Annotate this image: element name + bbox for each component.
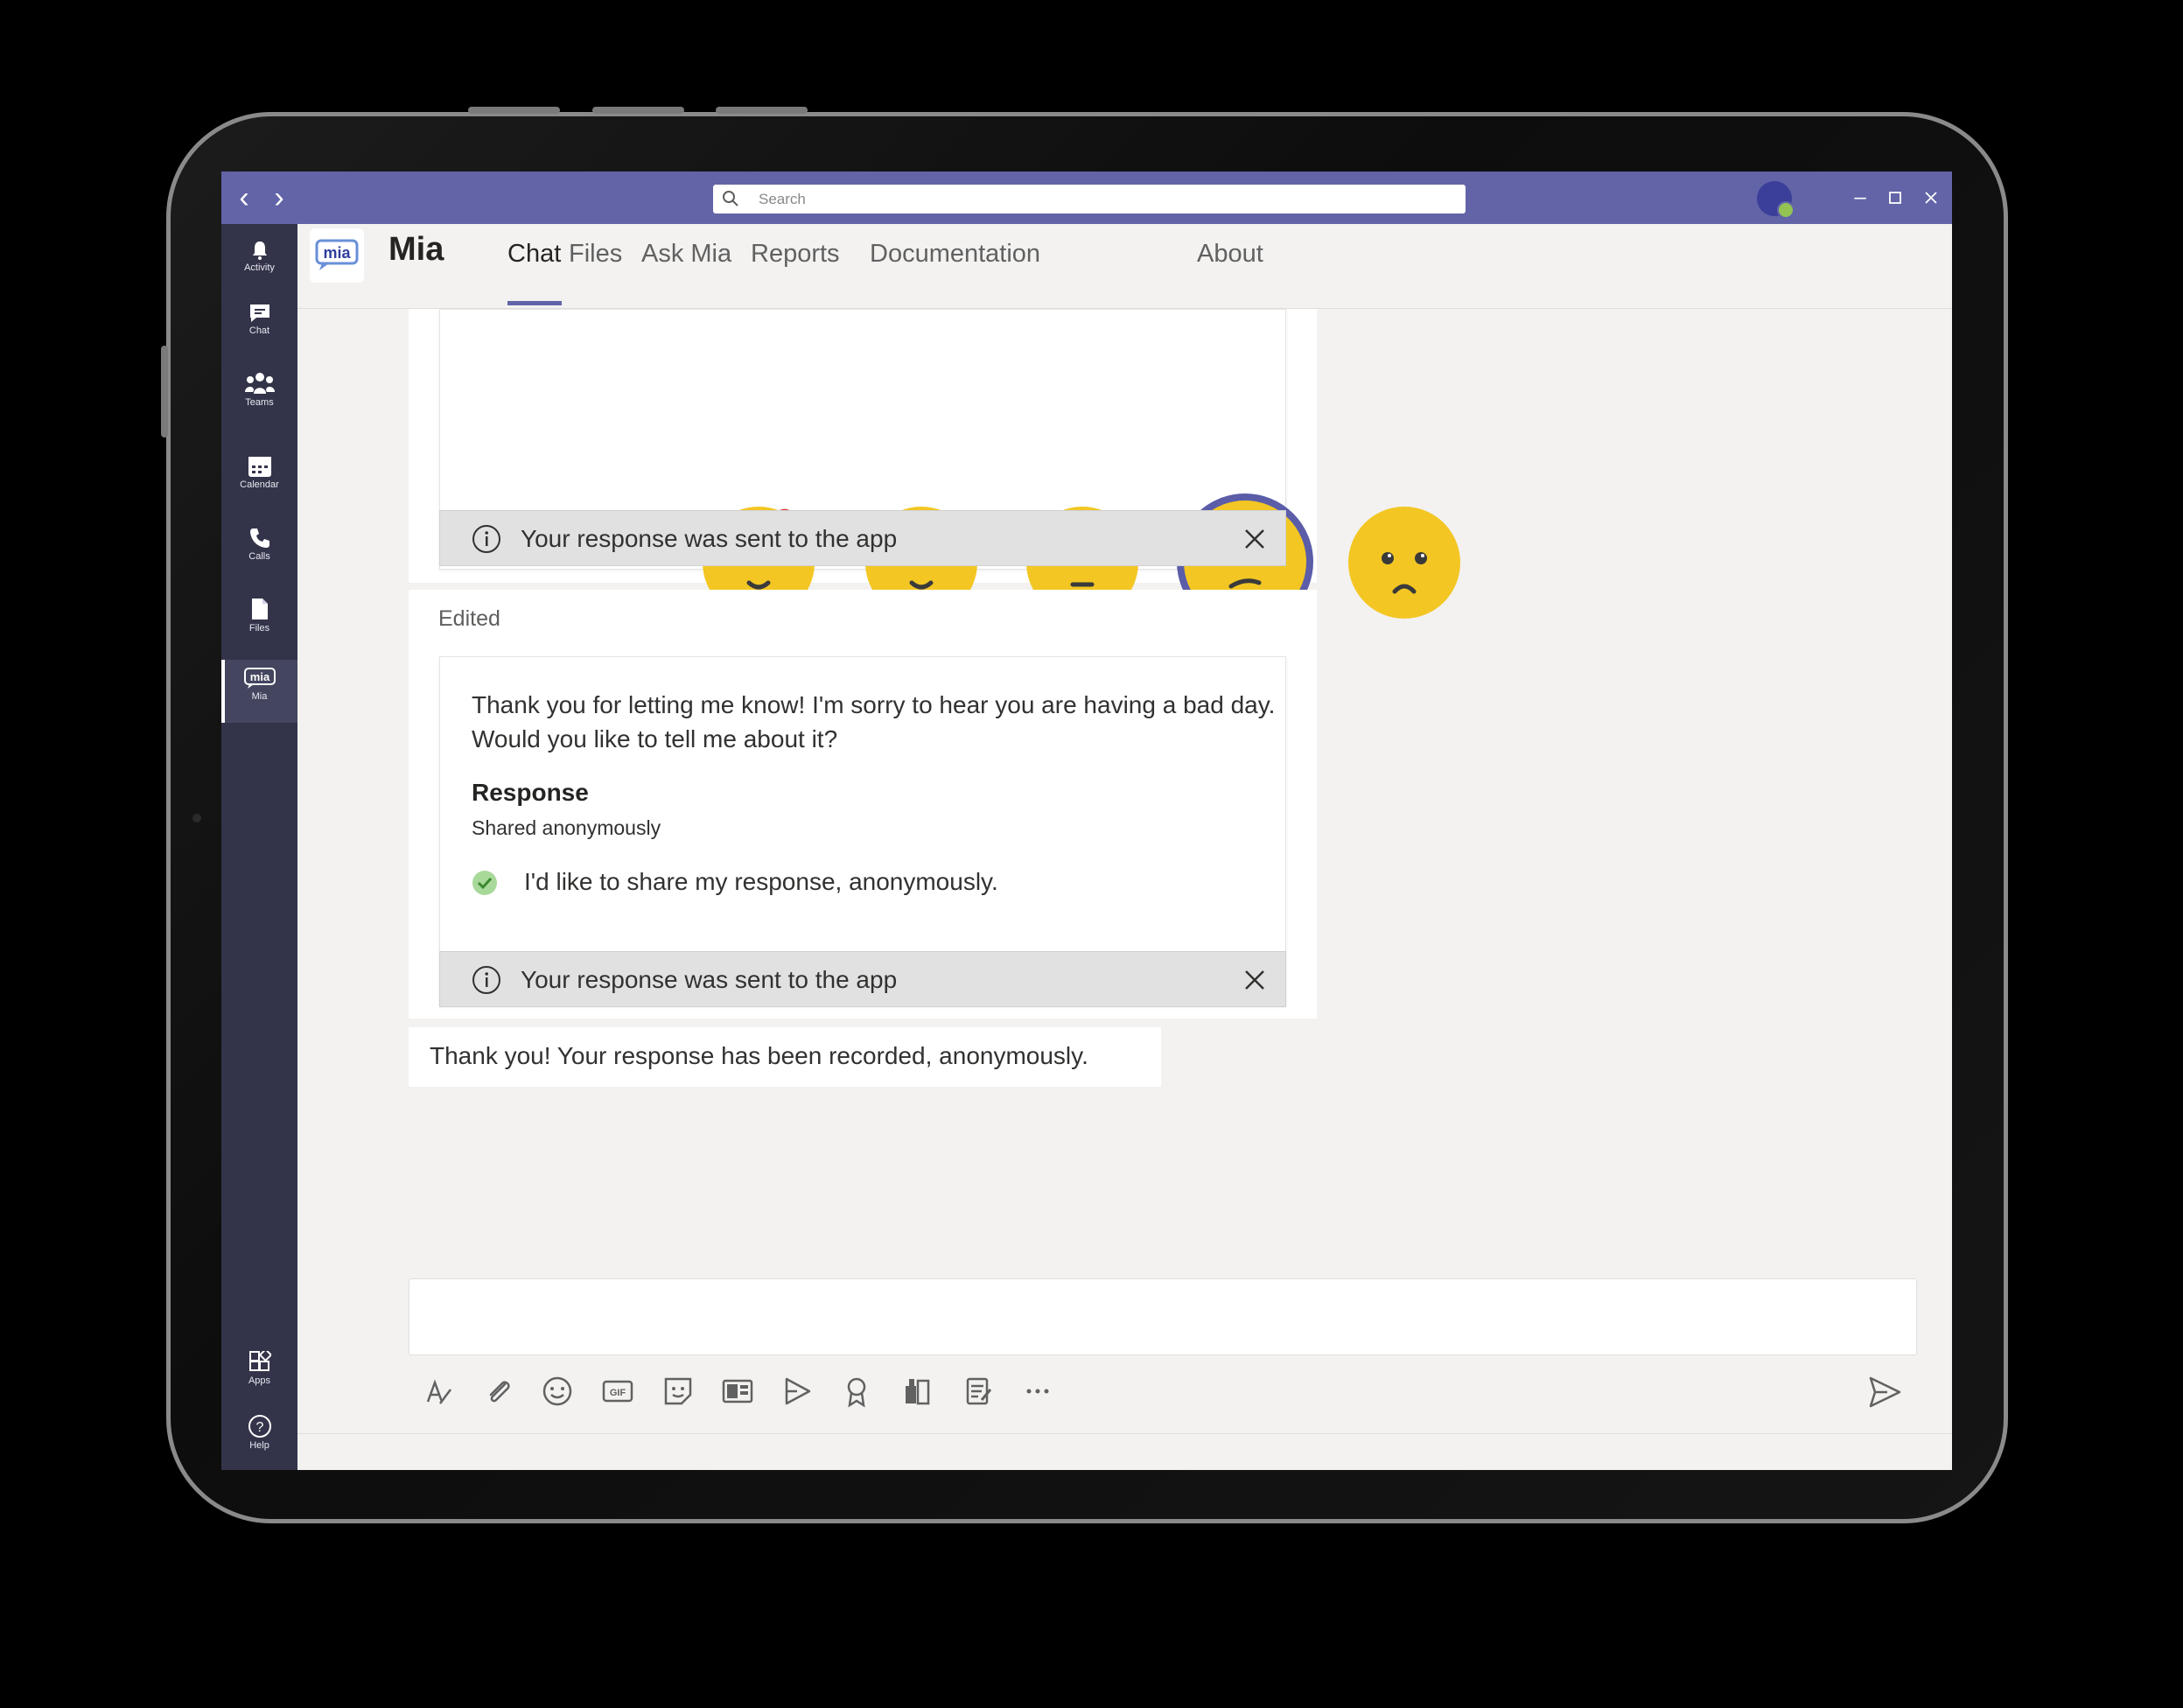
rail-label: Teams xyxy=(245,397,274,408)
rail-item-calendar[interactable]: Calendar xyxy=(221,448,297,511)
svg-text:mia: mia xyxy=(249,670,269,683)
response-sent-notice: Your response was sent to the app xyxy=(439,951,1286,1007)
search-placeholder: Search xyxy=(759,191,806,207)
checked-option-text: I'd like to share my response, anonymous… xyxy=(524,868,998,895)
sad-face-icon[interactable] xyxy=(1346,504,1463,621)
meet-now-icon[interactable] xyxy=(720,1374,755,1409)
svg-text:GIF: GIF xyxy=(610,1388,626,1398)
close-window-icon[interactable] xyxy=(1916,184,1946,212)
stream-icon[interactable] xyxy=(780,1374,815,1409)
chat-icon xyxy=(249,304,269,322)
rail-item-apps[interactable]: Apps xyxy=(221,1344,297,1407)
attach-icon[interactable] xyxy=(480,1374,515,1409)
forward-icon[interactable]: › xyxy=(263,182,295,214)
tablet-side-button xyxy=(161,346,168,438)
info-icon xyxy=(472,966,500,994)
rail-label: Help xyxy=(249,1440,269,1451)
phone-icon xyxy=(249,528,269,548)
maximize-icon[interactable] xyxy=(1880,184,1910,212)
bot-message-text: Thank you for letting me know! I'm sorry… xyxy=(472,691,1276,752)
rail-label: Apps xyxy=(248,1376,271,1386)
more-icon[interactable] xyxy=(1020,1374,1055,1409)
compose-box[interactable] xyxy=(409,1278,1917,1355)
close-icon[interactable] xyxy=(1240,524,1270,554)
mia-logo: mia xyxy=(310,228,364,283)
rail-item-help[interactable]: ? Help xyxy=(221,1407,297,1470)
approvals-icon[interactable] xyxy=(900,1374,935,1409)
rail-label: Activity xyxy=(244,262,275,273)
tablet-top-button xyxy=(592,107,684,114)
response-title: Response xyxy=(472,779,589,806)
info-icon xyxy=(472,525,500,553)
svg-text:mia: mia xyxy=(323,244,351,262)
apps-icon xyxy=(248,1351,271,1371)
search-input[interactable]: Search xyxy=(713,185,1466,214)
tablet-camera xyxy=(192,814,201,822)
help-icon: ? xyxy=(248,1415,271,1438)
divider xyxy=(297,1433,1952,1434)
format-icon[interactable] xyxy=(421,1374,456,1409)
rail-item-chat[interactable]: Chat xyxy=(221,296,297,359)
search-icon xyxy=(723,191,738,206)
tab-about[interactable]: About xyxy=(1197,240,1263,269)
mia-icon: mia xyxy=(243,668,276,689)
bot-message-text: Thank you! Your response has been record… xyxy=(430,1042,1088,1069)
tablet-top-button xyxy=(716,107,808,114)
sticker-icon[interactable] xyxy=(661,1374,696,1409)
app-rail: Activity Chat Teams Calendar Calls Files… xyxy=(221,224,297,1470)
gif-icon[interactable]: GIF xyxy=(600,1374,635,1409)
tab-chat[interactable]: Chat xyxy=(507,240,561,269)
app-header: mia Mia Chat Files Ask Mia Reports Docum… xyxy=(297,224,1952,309)
rail-item-teams[interactable]: Teams xyxy=(221,364,297,427)
teams-window: ‹ › Search – Activity Chat Teams Calenda… xyxy=(221,172,1952,1470)
tab-documentation[interactable]: Documentation xyxy=(870,240,1040,269)
active-tab-indicator xyxy=(507,301,562,305)
close-icon[interactable] xyxy=(1240,965,1270,995)
bot-message-bubble: Thank you! Your response has been record… xyxy=(409,1027,1161,1087)
rail-item-calls[interactable]: Calls xyxy=(221,520,297,583)
teams-icon xyxy=(244,373,275,394)
rail-label: Files xyxy=(248,623,270,634)
bell-icon xyxy=(252,242,267,260)
checkmark-icon xyxy=(472,871,497,895)
tab-files[interactable]: Files xyxy=(569,240,622,269)
back-icon[interactable]: ‹ xyxy=(228,182,260,214)
forms-icon[interactable] xyxy=(961,1374,996,1409)
title-bar: ‹ › Search – xyxy=(221,172,1952,224)
svg-text:?: ? xyxy=(255,1420,263,1435)
rail-label: Mia xyxy=(251,691,268,702)
notice-text: Your response was sent to the app xyxy=(521,525,898,552)
rail-active-indicator xyxy=(221,660,225,723)
tablet-top-button xyxy=(468,107,560,114)
notice-text: Your response was sent to the app xyxy=(521,966,898,993)
praise-icon[interactable] xyxy=(839,1374,874,1409)
response-sent-notice: Your response was sent to the app xyxy=(439,510,1286,566)
rail-label: Chat xyxy=(248,326,270,336)
tab-reports[interactable]: Reports xyxy=(751,240,840,269)
rail-item-activity[interactable]: Activity xyxy=(221,233,297,296)
tab-ask-mia[interactable]: Ask Mia xyxy=(641,240,731,269)
send-icon[interactable] xyxy=(1866,1374,1903,1410)
calendar-icon xyxy=(248,457,271,477)
rail-item-mia[interactable]: mia Mia xyxy=(221,660,297,723)
file-icon xyxy=(251,598,268,620)
app-name: Mia xyxy=(388,231,444,268)
minimize-icon[interactable]: – xyxy=(1845,184,1875,212)
emoji-icon[interactable] xyxy=(540,1374,575,1409)
edited-label: Edited xyxy=(438,606,500,631)
rail-item-files[interactable]: Files xyxy=(221,590,297,653)
rail-label: Calls xyxy=(248,551,270,562)
status-available-icon xyxy=(1777,201,1795,219)
response-subtitle: Shared anonymously xyxy=(472,816,661,839)
rail-label: Calendar xyxy=(240,480,279,490)
